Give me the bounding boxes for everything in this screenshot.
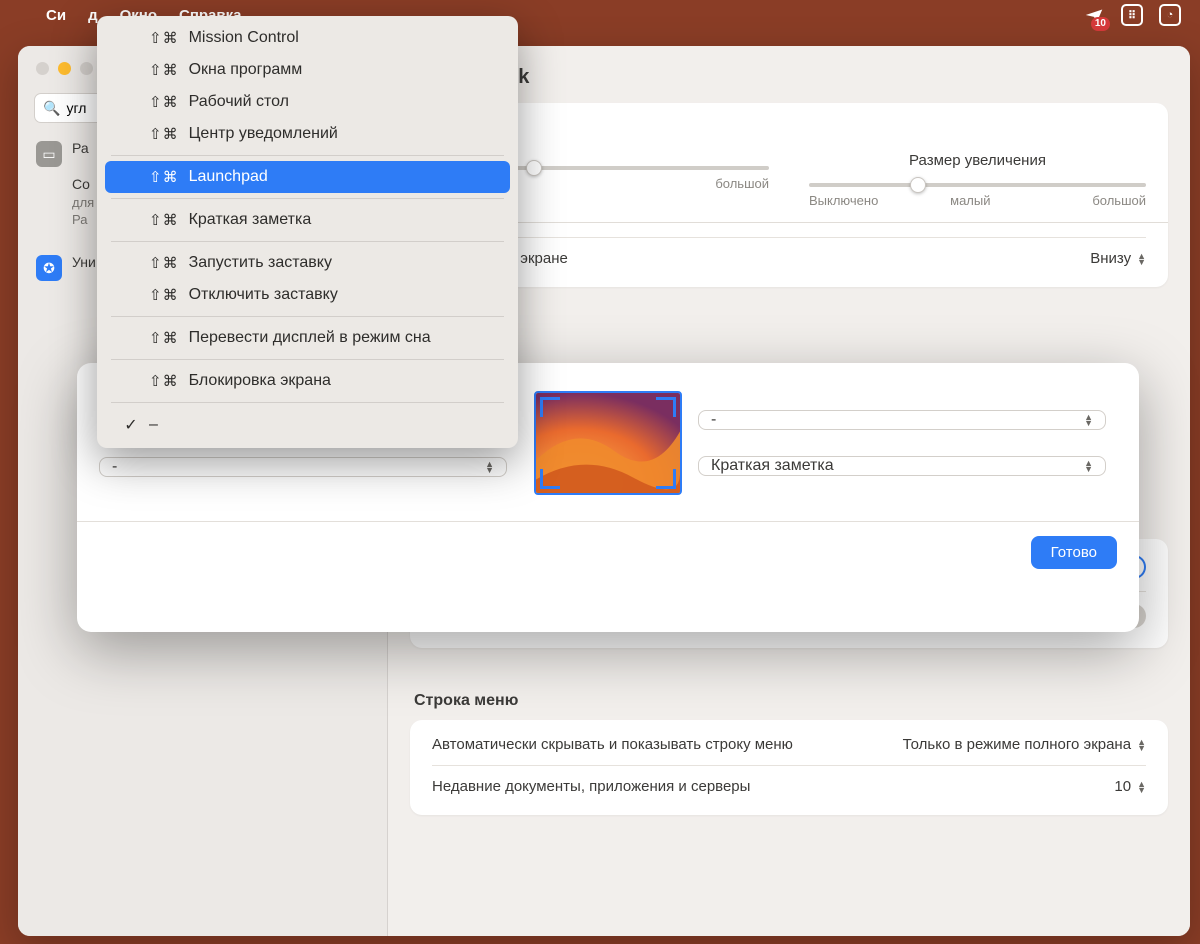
minimize-button[interactable] (58, 62, 71, 75)
slider-small-label: малый (950, 193, 990, 208)
select-value: Краткая заметка (711, 457, 834, 475)
tray-badge: 10 (1091, 17, 1110, 31)
sidebar-item-subtext: Ра (72, 211, 94, 229)
dropdown-item-label: Запустить заставку (189, 254, 332, 272)
corner-select-top-right[interactable]: - ▲▼ (698, 410, 1106, 430)
chevron-updown-icon: ▲▼ (485, 461, 494, 473)
dropdown-item-label: Блокировка экрана (189, 372, 331, 390)
accessibility-icon: ✪ (36, 255, 62, 281)
tray-icon-1[interactable]: ⠿ (1120, 3, 1144, 27)
chevron-updown-icon: ▲▼ (1084, 414, 1093, 426)
dropdown-item[interactable]: ⇧⌘Центр уведомлений (105, 118, 510, 150)
menubar-app-name[interactable]: Си (46, 7, 66, 24)
dropdown-item[interactable]: ⇧⌘Mission Control (105, 22, 510, 54)
menubar-tray: 10 ⠿ ◔ (1082, 3, 1182, 27)
setting-label: Недавние документы, приложения и серверы (432, 778, 750, 795)
slider-off-label: Выключено (809, 193, 878, 208)
hot-corner-dropdown: ⇧⌘Mission Control ⇧⌘Окна программ ⇧⌘Рабо… (97, 16, 518, 448)
recent-count-popup[interactable]: 10 ▲▼ (1114, 778, 1146, 795)
dropdown-item-label: Перевести дисплей в режим сна (189, 329, 431, 347)
chevron-updown-icon: ▲▼ (1137, 781, 1146, 793)
search-icon: 🔍 (43, 100, 60, 117)
dropdown-item[interactable]: ⇧⌘Отключить заставку (105, 279, 510, 311)
slider-max-label: большой (715, 176, 769, 191)
dropdown-item-label: Launchpad (189, 168, 268, 186)
autohide-popup[interactable]: Только в режиме полного экрана ▲▼ (903, 736, 1146, 753)
tray-icon-2[interactable]: ◔ (1158, 3, 1182, 27)
dock-panel: ck большой Размер увеличения Выключено м… (410, 103, 1168, 287)
dropdown-item[interactable]: ⇧⌘Запустить заставку (105, 247, 510, 279)
dock-position-popup[interactable]: Внизу ▲▼ (1090, 250, 1146, 267)
dock-zoom-slider[interactable] (809, 183, 1146, 187)
check-icon: ✓ (123, 415, 139, 435)
menubar-item[interactable]: д (88, 7, 98, 24)
sidebar-item-subtext: для (72, 194, 94, 212)
dropdown-item[interactable]: ⇧⌘Перевести дисплей в режим сна (105, 322, 510, 354)
done-button[interactable]: Готово (1031, 536, 1117, 569)
dropdown-item-label: Центр уведомлений (189, 125, 338, 143)
tray-notify-icon[interactable]: 10 (1082, 3, 1106, 27)
dropdown-item-label: Рабочий стол (189, 93, 289, 111)
dock-heading: ck (432, 121, 1146, 138)
dropdown-item-label: Краткая заметка (189, 211, 312, 229)
chevron-updown-icon: ▲▼ (1137, 739, 1146, 751)
close-button[interactable] (36, 62, 49, 75)
setting-label: Автоматически скрывать и показывать стро… (432, 736, 793, 753)
menubar-panel: Автоматически скрывать и показывать стро… (410, 720, 1168, 815)
screen-preview (534, 391, 682, 495)
zoom-button[interactable] (80, 62, 93, 75)
dropdown-item[interactable]: ⇧⌘Окна программ (105, 54, 510, 86)
menubar-section-head: Строка меню (388, 670, 1190, 720)
popup-value: Только в режиме полного экрана (903, 736, 1131, 753)
corner-select-bottom-right[interactable]: Краткая заметка ▲▼ (698, 456, 1106, 476)
desktop-icon: ▭ (36, 141, 62, 167)
select-value: - (711, 411, 716, 429)
sidebar-item-label: Уни (72, 253, 96, 272)
sidebar-item-label: Ра (72, 139, 89, 158)
corner-select-bottom-left[interactable]: - ▲▼ (99, 457, 507, 477)
popup-value: Внизу (1090, 250, 1131, 267)
dropdown-item-label: – (149, 416, 158, 434)
dropdown-item-label: Mission Control (189, 29, 299, 47)
dropdown-item[interactable]: ⇧⌘Краткая заметка (105, 204, 510, 236)
dock-position-row: ние Dock на экране Внизу ▲▼ (432, 237, 1146, 279)
dropdown-item[interactable]: ⇧⌘Блокировка экрана (105, 365, 510, 397)
dropdown-item-selected[interactable]: ⇧⌘Launchpad (105, 161, 510, 193)
dropdown-item-label: Окна программ (189, 61, 303, 79)
dropdown-item-none[interactable]: ✓– (105, 408, 510, 442)
dropdown-item-label: Отключить заставку (189, 286, 338, 304)
popup-value: 10 (1114, 778, 1131, 795)
slider-max-label: большой (1092, 193, 1146, 208)
dropdown-item[interactable]: ⇧⌘Рабочий стол (105, 86, 510, 118)
select-value: - (112, 458, 117, 476)
sidebar-item-label: Со (72, 175, 94, 194)
chevron-updown-icon: ▲▼ (1084, 460, 1093, 472)
chevron-updown-icon: ▲▼ (1137, 253, 1146, 265)
zoom-size-label: Размер увеличения (809, 152, 1146, 169)
